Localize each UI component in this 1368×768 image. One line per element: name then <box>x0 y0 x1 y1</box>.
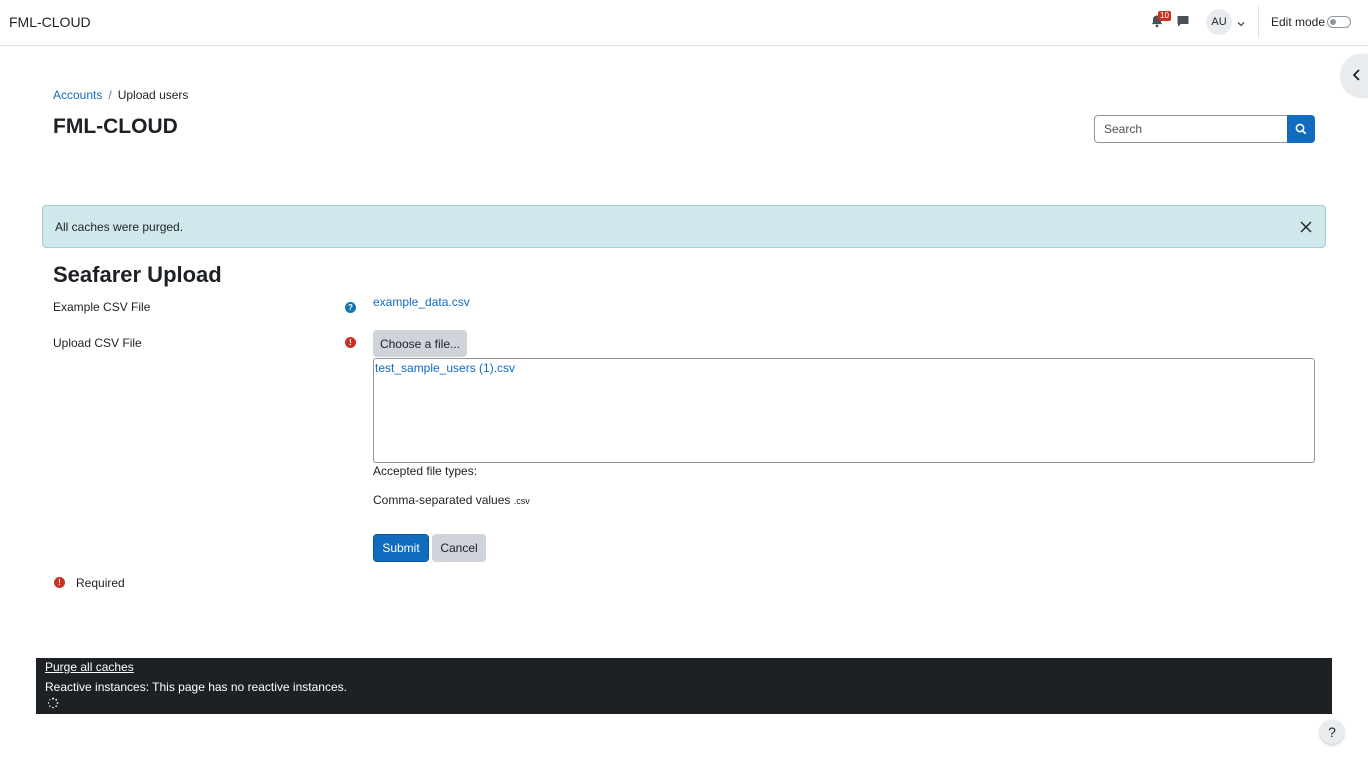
breadcrumb-separator: / <box>108 88 112 102</box>
file-drop-area[interactable]: test_sample_users (1).csv <box>373 358 1315 463</box>
edit-mode-label: Edit mode <box>1271 15 1326 29</box>
chevron-down-icon[interactable] <box>1237 17 1245 27</box>
submit-button[interactable]: Submit <box>373 534 429 562</box>
form-title: Seafarer Upload <box>53 262 222 287</box>
accepted-type-ext: .csv <box>513 496 530 506</box>
exclamation-icon: ! <box>345 337 356 348</box>
help-button[interactable]: ? <box>1320 720 1344 744</box>
example-csv-label: Example CSV File <box>53 300 151 314</box>
page-title: FML-CLOUD <box>53 115 178 138</box>
alert-message: All caches were purged. <box>55 220 184 234</box>
reactive-instances-text: Reactive instances: This page has no rea… <box>45 680 347 694</box>
breadcrumb-accounts[interactable]: Accounts <box>53 88 102 102</box>
chevron-left-icon <box>1352 69 1360 81</box>
breadcrumb: Accounts / Upload users <box>53 88 188 102</box>
user-avatar[interactable]: AU <box>1206 9 1232 35</box>
search-button[interactable] <box>1287 115 1315 143</box>
breadcrumb-current: Upload users <box>117 88 189 102</box>
chat-icon[interactable] <box>1176 14 1190 28</box>
search-input[interactable] <box>1094 115 1288 143</box>
spinner-icon <box>47 697 59 712</box>
selected-file-link[interactable]: test_sample_users (1).csv <box>375 361 515 375</box>
page-footer: Purge all caches Reactive instances: Thi… <box>36 658 1332 714</box>
help-icon[interactable]: ? <box>345 302 356 313</box>
accepted-type-name: Comma-separated values <box>373 493 511 507</box>
exclamation-icon: ! <box>54 577 65 588</box>
accepted-types-label: Accepted file types: <box>373 464 478 478</box>
site-brand[interactable]: FML-CLOUD <box>9 14 91 30</box>
success-alert: All caches were purged. <box>42 205 1326 248</box>
search-icon <box>1295 123 1307 135</box>
purge-caches-link[interactable]: Purge all caches <box>45 660 134 674</box>
top-navbar: FML-CLOUD 10 AU Edit mode <box>0 0 1368 46</box>
choose-file-button[interactable]: Choose a file... <box>373 330 467 357</box>
edit-mode-toggle[interactable] <box>1327 16 1351 28</box>
cancel-button[interactable]: Cancel <box>432 534 486 562</box>
upload-csv-label: Upload CSV File <box>53 336 142 350</box>
toggle-knob <box>1330 19 1336 25</box>
open-drawer-button[interactable] <box>1341 54 1368 96</box>
close-icon[interactable] <box>1299 220 1313 234</box>
example-csv-link[interactable]: example_data.csv <box>373 295 470 309</box>
accepted-type-item: Comma-separated values .csv <box>373 493 530 507</box>
notification-count-badge: 10 <box>1158 11 1171 21</box>
navbar-divider <box>1258 6 1259 38</box>
required-note: Required <box>76 576 125 590</box>
